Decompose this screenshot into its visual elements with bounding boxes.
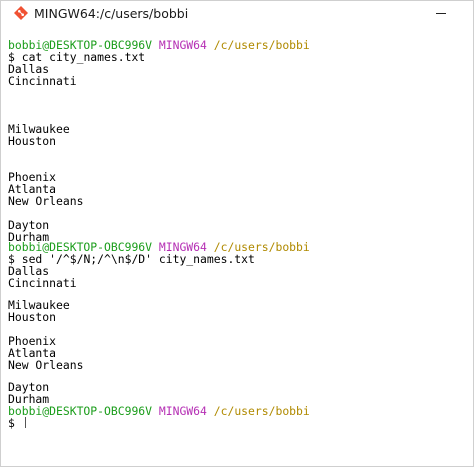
prompt-path: /c/users/bobbi: [213, 38, 310, 52]
output-line: New Orleans: [8, 194, 84, 208]
terminal-window: MINGW64:/c/users/bobbi bobbi@DESKTOP-OBC…: [0, 0, 474, 467]
text-cursor: [24, 417, 26, 428]
git-bash-icon: [14, 6, 28, 20]
prompt-path: /c/users/bobbi: [213, 404, 310, 418]
output-line: Houston: [8, 310, 57, 324]
prompt-symbol: $: [8, 416, 15, 430]
output-line: Cincinnati: [8, 276, 77, 290]
output-line: New Orleans: [8, 358, 84, 372]
prompt-line: bobbi@DESKTOP-OBC996V MINGW64 /c/users/b…: [8, 405, 310, 417]
minimize-button[interactable]: [429, 4, 453, 22]
input-line[interactable]: $: [8, 417, 26, 429]
prompt-system: MINGW64: [158, 38, 207, 52]
command-text: sed '/^$/N;/^\n$/D' city_names.txt: [21, 252, 255, 266]
prompt-user: bobbi@DESKTOP-OBC996V: [8, 404, 153, 418]
output-line: Cincinnati: [8, 74, 77, 88]
output-line: Houston: [8, 134, 57, 148]
terminal-output[interactable]: bobbi@DESKTOP-OBC996V MINGW64 /c/users/b…: [1, 35, 473, 466]
title-bar[interactable]: MINGW64:/c/users/bobbi: [1, 1, 473, 27]
minimize-icon: [436, 12, 446, 14]
prompt-system: MINGW64: [158, 404, 207, 418]
window-title: MINGW64:/c/users/bobbi: [34, 6, 189, 21]
